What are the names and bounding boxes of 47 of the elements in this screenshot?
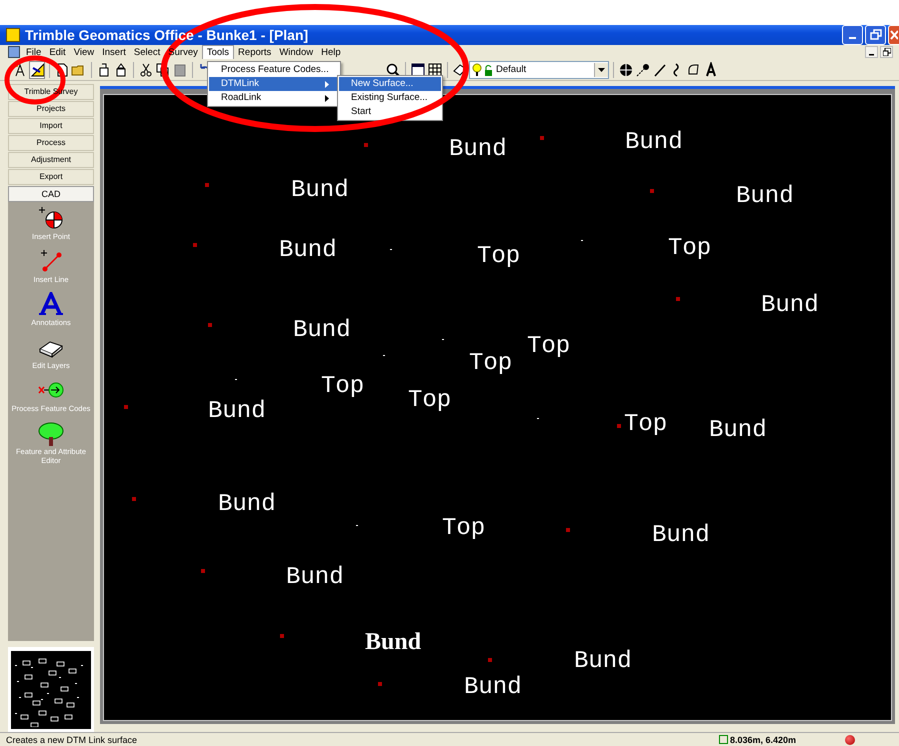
menu-item[interactable]: Select [130,46,164,58]
point-label: Bund [286,565,344,591]
point-label: Bund [761,293,819,319]
point-label: Bund [218,492,276,518]
menu-item[interactable]: Process Feature Codes... [209,63,339,77]
sidebar-group-button[interactable]: CAD [8,186,94,202]
point-label: Top [469,351,512,377]
point-label: Top [442,516,486,542]
sidebar-group-button[interactable]: Projects [8,101,94,117]
sidebar-group-button[interactable]: Export [8,169,94,185]
sidebar-group-button[interactable]: Adjustment [8,152,94,168]
menu-item[interactable]: Help [317,46,345,58]
coordinates-readout: 8.036m, 6.420m [719,734,839,744]
menu-item[interactable]: File [22,46,46,58]
sidebar-group-button[interactable]: Import [8,118,94,134]
menu-item[interactable]: New Surface... [339,77,441,91]
menu-item[interactable]: Existing Surface... [339,91,441,105]
point-label: Bund [709,418,767,444]
point-label: Bund [625,130,683,156]
point-label: Top [624,412,668,438]
point-label: Bund [208,399,266,425]
menu-item[interactable]: DTMLink [209,77,339,91]
point-label: Bund [365,629,422,655]
point-label: Top [321,374,364,400]
point-label: Bund [291,178,349,204]
menu-item[interactable]: Reports [234,46,276,58]
menu-item[interactable]: View [70,46,98,58]
layer-dropdown[interactable]: Default [469,60,609,78]
point-label: Bund [449,137,507,163]
menu-item[interactable]: Tools [202,45,234,59]
sidebar-group-button[interactable]: Process [8,135,94,151]
point-label: Bund [736,184,794,210]
menu-item[interactable]: Start [339,105,441,119]
menu-item[interactable]: Window [275,46,318,58]
point-label: Bund [293,318,351,344]
point-label: Bund [279,238,337,264]
point-label: Bund [652,523,710,549]
menu-item[interactable]: RoadLink [209,91,339,105]
point-label: Top [408,388,452,414]
status-message: Creates a new DTM Link surface [5,734,138,744]
point-label: Bund [464,675,522,701]
point-label: Top [477,244,520,270]
point-label: Top [668,236,712,262]
menu-item[interactable]: Insert [98,46,130,58]
menu-item[interactable]: Edit [45,46,70,58]
point-label: Bund [574,649,632,675]
point-label: Top [527,334,570,360]
